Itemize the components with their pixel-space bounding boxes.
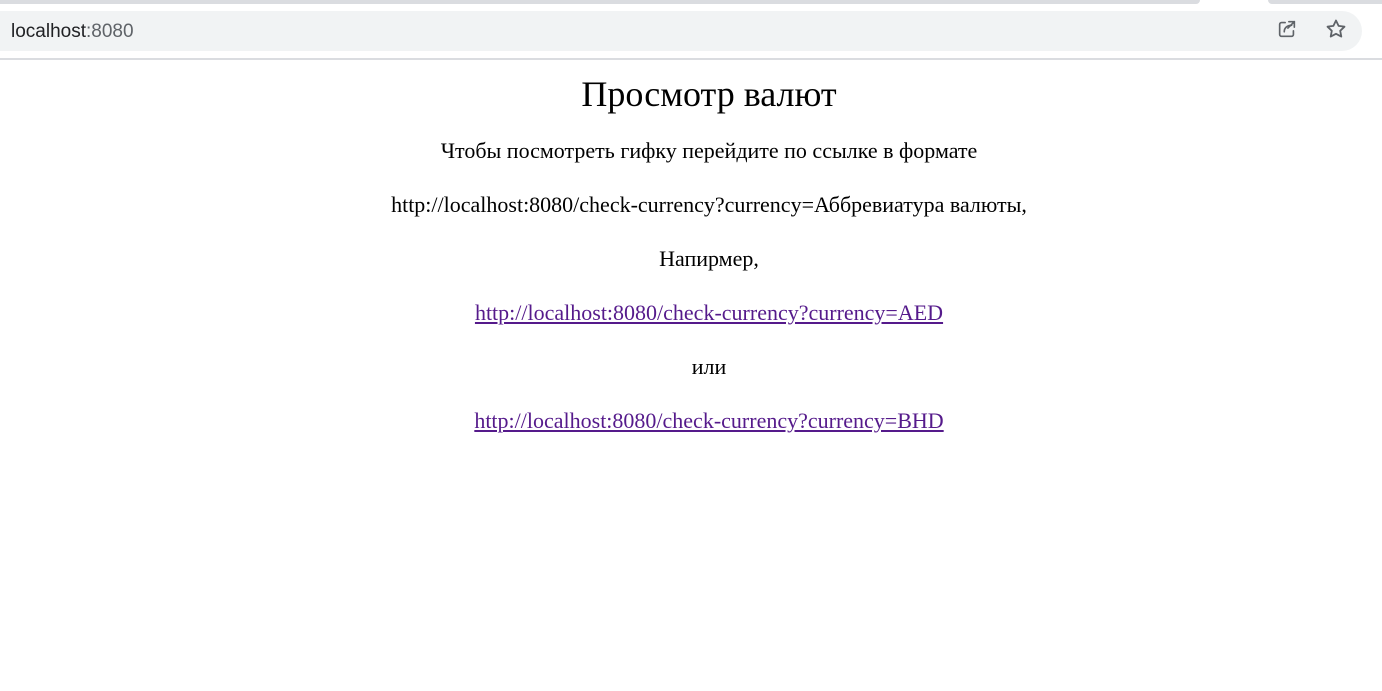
star-icon [1324,17,1348,46]
instruction-text: Чтобы посмотреть гифку перейдите по ссыл… [440,138,978,163]
bookmark-star-button[interactable] [1322,17,1350,45]
tab-edge-left [0,0,1200,4]
bhd-link-line: http://localhost:8080/check-currency?cur… [0,408,1382,434]
format-text: http://localhost:8080/check-currency?cur… [391,192,1027,217]
url-text[interactable]: localhost:8080 [11,21,134,43]
share-button[interactable] [1273,17,1301,45]
url-port: :8080 [86,21,134,42]
page-title: Просмотр валют [581,74,837,114]
browser-toolbar: localhost:8080 [0,6,1382,58]
url-host: localhost [11,21,86,42]
share-icon [1276,18,1298,45]
or-label: или [691,354,727,379]
aed-currency-link[interactable]: http://localhost:8080/check-currency?cur… [475,300,943,325]
aed-link-line: http://localhost:8080/check-currency?cur… [0,300,1382,326]
address-bar[interactable]: localhost:8080 [0,11,1362,51]
tab-edge-right [1268,0,1382,4]
example-label: Напирмер, [659,246,759,271]
bhd-currency-link[interactable]: http://localhost:8080/check-currency?cur… [474,408,943,433]
page-content: Просмотр валют Чтобы посмотреть гифку пе… [0,60,1382,691]
